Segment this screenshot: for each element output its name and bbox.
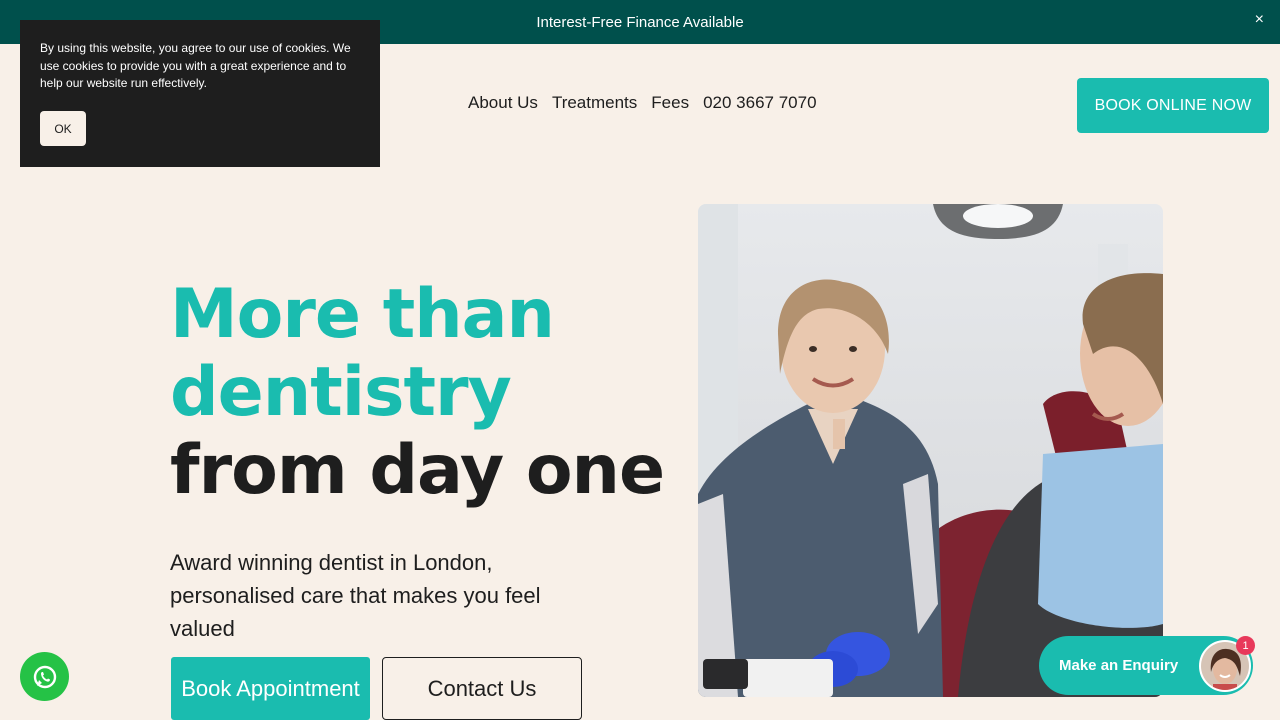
hero-title: More than dentistry from day one: [170, 275, 665, 510]
main-nav: About Us Treatments Fees 020 3667 7070: [468, 93, 831, 113]
book-appointment-button[interactable]: Book Appointment: [171, 657, 370, 720]
cookie-ok-button[interactable]: OK: [40, 111, 86, 146]
book-online-button[interactable]: BOOK ONLINE NOW: [1077, 78, 1269, 133]
nav-fees[interactable]: Fees: [651, 93, 689, 113]
close-icon[interactable]: ×: [1255, 11, 1264, 29]
hero-title-line-2: dentistry: [170, 353, 512, 432]
hero-title-line-1: More than: [170, 275, 555, 354]
finance-banner-text[interactable]: Interest-Free Finance Available: [536, 14, 743, 31]
nav-about-us[interactable]: About Us: [468, 93, 538, 113]
cookie-banner: By using this website, you agree to our …: [20, 20, 380, 167]
hero-title-line-3: from day one: [170, 431, 665, 510]
hero-photo: [698, 204, 1163, 697]
cookie-text: By using this website, you agree to our …: [40, 41, 351, 90]
make-enquiry-label: Make an Enquiry: [1059, 657, 1179, 674]
contact-us-button[interactable]: Contact Us: [382, 657, 582, 720]
notification-badge: 1: [1236, 636, 1255, 655]
nav-phone[interactable]: 020 3667 7070: [703, 93, 816, 113]
nav-treatments[interactable]: Treatments: [552, 93, 637, 113]
whatsapp-button[interactable]: [20, 652, 69, 701]
hero-subtitle: Award winning dentist in London, persona…: [170, 550, 541, 641]
whatsapp-icon: [33, 665, 56, 688]
